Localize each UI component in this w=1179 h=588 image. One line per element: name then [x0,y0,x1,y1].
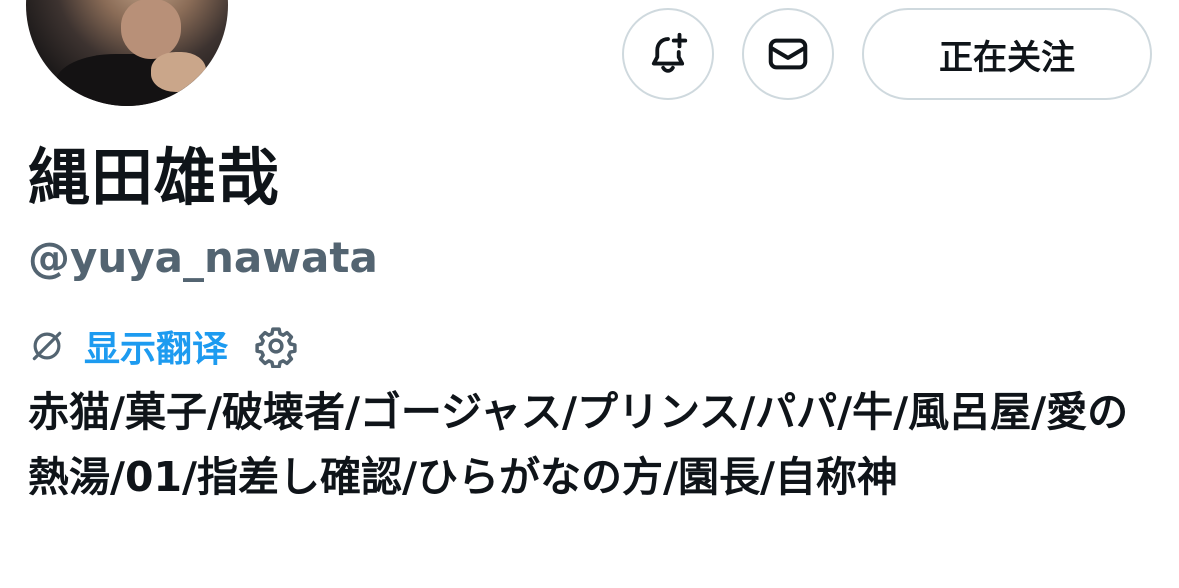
translation-settings-button[interactable] [254,324,298,368]
avatar-hand [151,52,206,92]
gear-icon [255,327,297,368]
bell-plus-icon [651,32,688,73]
avatar[interactable] [26,0,228,106]
translate-row: 显示翻译 [28,318,298,374]
avatar-face [121,0,181,59]
following-button[interactable]: 正在关注 [862,8,1152,100]
notifications-button[interactable] [622,8,714,100]
globe-slash-icon [32,331,62,361]
message-button[interactable] [742,8,834,100]
show-translation-link[interactable]: 显示翻译 [84,320,228,372]
username-handle: @yuya_nawata [28,233,378,282]
display-name: 縄田雄哉 [28,141,281,214]
profile-bio: 赤猫/菓子/破壊者/ゴージャス/プリンス/パパ/牛/風呂屋/愛の熱湯/01/指差… [28,388,1129,501]
envelope-icon [768,38,808,70]
